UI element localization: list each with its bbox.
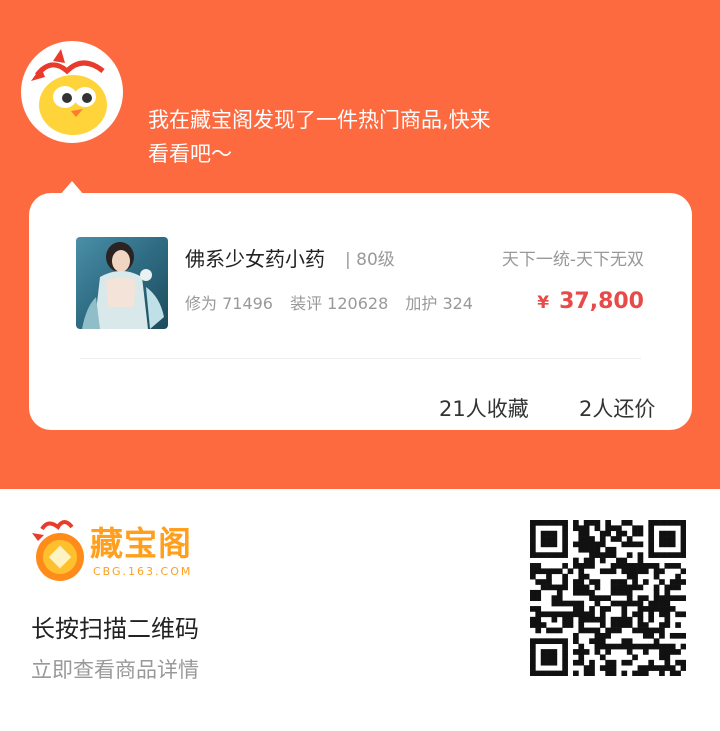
item-card[interactable]: 佛系少女药小药 | 80级 天下一统-天下无双 修为 71496 装评 1206… xyxy=(29,193,692,430)
item-level: | 80级 xyxy=(345,250,395,270)
share-message-line2: 看看吧～ xyxy=(148,142,232,166)
qr-code-icon[interactable] xyxy=(530,520,686,676)
treasure-bag-icon xyxy=(32,520,84,581)
item-stats: 修为 71496 装评 120628 加护 324 xyxy=(185,290,485,314)
item-name[interactable]: 佛系少女药小药 xyxy=(185,243,325,272)
price-value: 37,800 xyxy=(559,289,644,314)
logo-domain: CBG.163.COM xyxy=(93,565,193,578)
cbg-logo: 藏宝阁 CBG.163.COM xyxy=(30,515,205,583)
scan-title: 长按扫描二维码 xyxy=(31,615,199,643)
item-thumbnail[interactable] xyxy=(76,237,168,329)
mascot-avatar xyxy=(21,41,123,143)
share-message: 我在藏宝阁发现了一件热门商品,快来 看看吧～ xyxy=(148,103,568,171)
share-header: 我在藏宝阁发现了一件热门商品,快来 看看吧～ 佛系少女药小药 | 80级 天下一… xyxy=(0,0,720,489)
currency-symbol: ¥ xyxy=(537,293,550,313)
collect-count: 21人收藏 xyxy=(439,397,529,421)
item-server: 天下一统-天下无双 xyxy=(501,250,644,270)
share-message-line1: 我在藏宝阁发现了一件热门商品,快来 xyxy=(148,108,491,132)
item-price: ¥37,800 xyxy=(537,289,644,314)
stat-cultivation: 修为 71496 xyxy=(185,294,273,313)
stat-equip-score: 装评 120628 xyxy=(290,294,389,313)
bargain-count: 2人还价 xyxy=(579,397,656,421)
card-divider xyxy=(80,358,641,359)
logo-text: 藏宝阁 xyxy=(90,524,192,563)
stat-protection: 加护 324 xyxy=(405,294,473,313)
scan-subtitle: 立即查看商品详情 xyxy=(31,658,199,682)
